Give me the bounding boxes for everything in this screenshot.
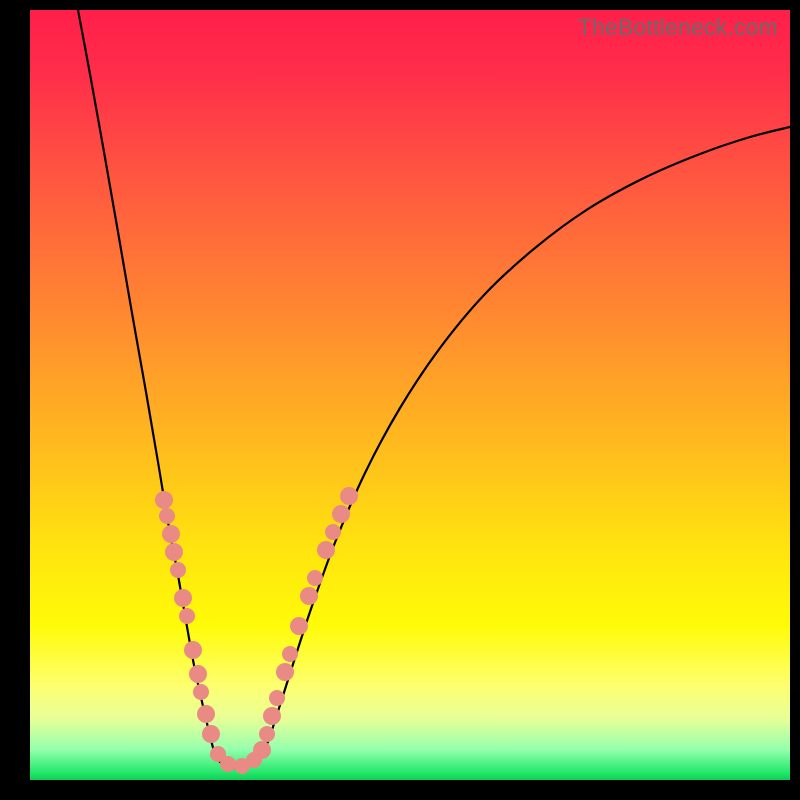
bead-marker [332,505,350,523]
bead-marker [193,684,209,700]
bead-marker [300,587,318,605]
bead-marker [165,543,183,561]
bead-marker [263,707,281,725]
plot-area: TheBottleneck.com [30,10,790,780]
bead-marker [253,741,271,759]
bead-marker [170,562,186,578]
bead-cluster [155,487,358,774]
bead-marker [184,641,202,659]
bead-marker [340,487,358,505]
bead-marker [259,726,275,742]
bead-marker [155,491,173,509]
bottleneck-curve [30,10,790,780]
bead-marker [159,508,175,524]
bead-marker [174,589,192,607]
bead-marker [189,665,207,683]
bead-marker [220,756,236,772]
bead-marker [197,705,215,723]
bead-marker [162,525,180,543]
bead-marker [269,690,285,706]
bead-marker [282,646,298,662]
bead-marker [290,617,308,635]
bead-marker [276,663,294,681]
bead-marker [325,524,341,540]
bead-marker [307,570,323,586]
bead-marker [202,725,220,743]
curve-right [263,127,790,755]
bead-marker [179,608,195,624]
bead-marker [317,541,335,559]
